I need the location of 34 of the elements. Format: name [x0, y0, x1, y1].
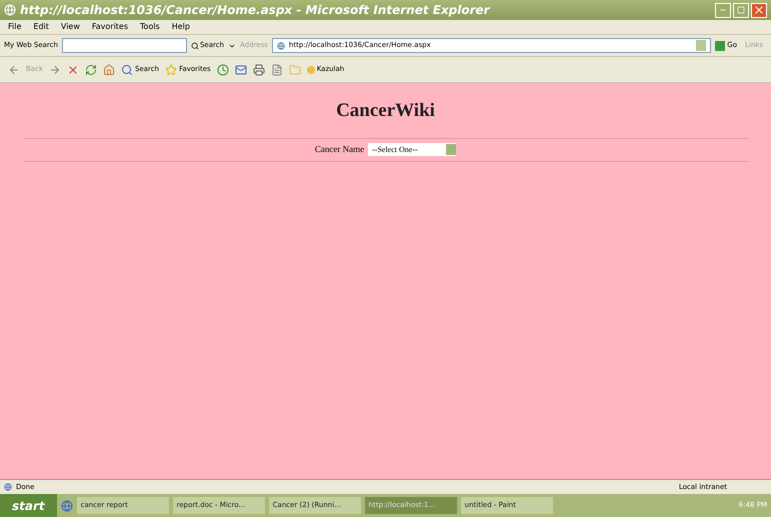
home-icon[interactable] [103, 64, 115, 76]
select-value: --Select One-- [372, 144, 418, 156]
search-field[interactable] [62, 38, 187, 53]
browser-icon [4, 4, 16, 16]
start-button[interactable]: start [0, 494, 57, 517]
close-button[interactable] [751, 2, 767, 18]
quick-launch-icon[interactable] [60, 500, 73, 512]
menu-item[interactable]: Edit [33, 21, 49, 33]
minimize-button[interactable] [715, 2, 731, 18]
star-icon [165, 64, 178, 76]
maximize-button[interactable] [733, 2, 749, 18]
cancer-select[interactable]: --Select One-- [368, 143, 456, 156]
mail-icon[interactable] [234, 64, 247, 76]
menu-item[interactable]: View [60, 21, 80, 33]
print-icon[interactable] [252, 64, 265, 76]
page-icon [276, 42, 285, 50]
history-icon[interactable] [216, 64, 229, 76]
search-icon [190, 42, 199, 50]
forward-icon[interactable] [49, 64, 61, 76]
menu-item[interactable]: Tools [140, 21, 160, 33]
search-icon [121, 64, 133, 76]
maximize-icon [737, 6, 745, 14]
page-icon [4, 483, 12, 491]
menu-item[interactable]: File [8, 21, 22, 33]
back-icon[interactable] [8, 64, 20, 76]
window-title: http://localhost:1036/Cancer/Home.aspx - Microsoft Internet Explorer [20, 2, 490, 19]
menu-item[interactable]: Favorites [92, 21, 128, 33]
refresh-icon[interactable] [85, 64, 97, 76]
page-heading: CancerWiki [336, 99, 435, 123]
stop-icon[interactable] [67, 64, 79, 76]
menu-item[interactable]: Help [172, 21, 190, 33]
field-label: Cancer Name [314, 142, 364, 156]
edit-icon[interactable] [270, 64, 283, 76]
close-icon [753, 4, 765, 16]
